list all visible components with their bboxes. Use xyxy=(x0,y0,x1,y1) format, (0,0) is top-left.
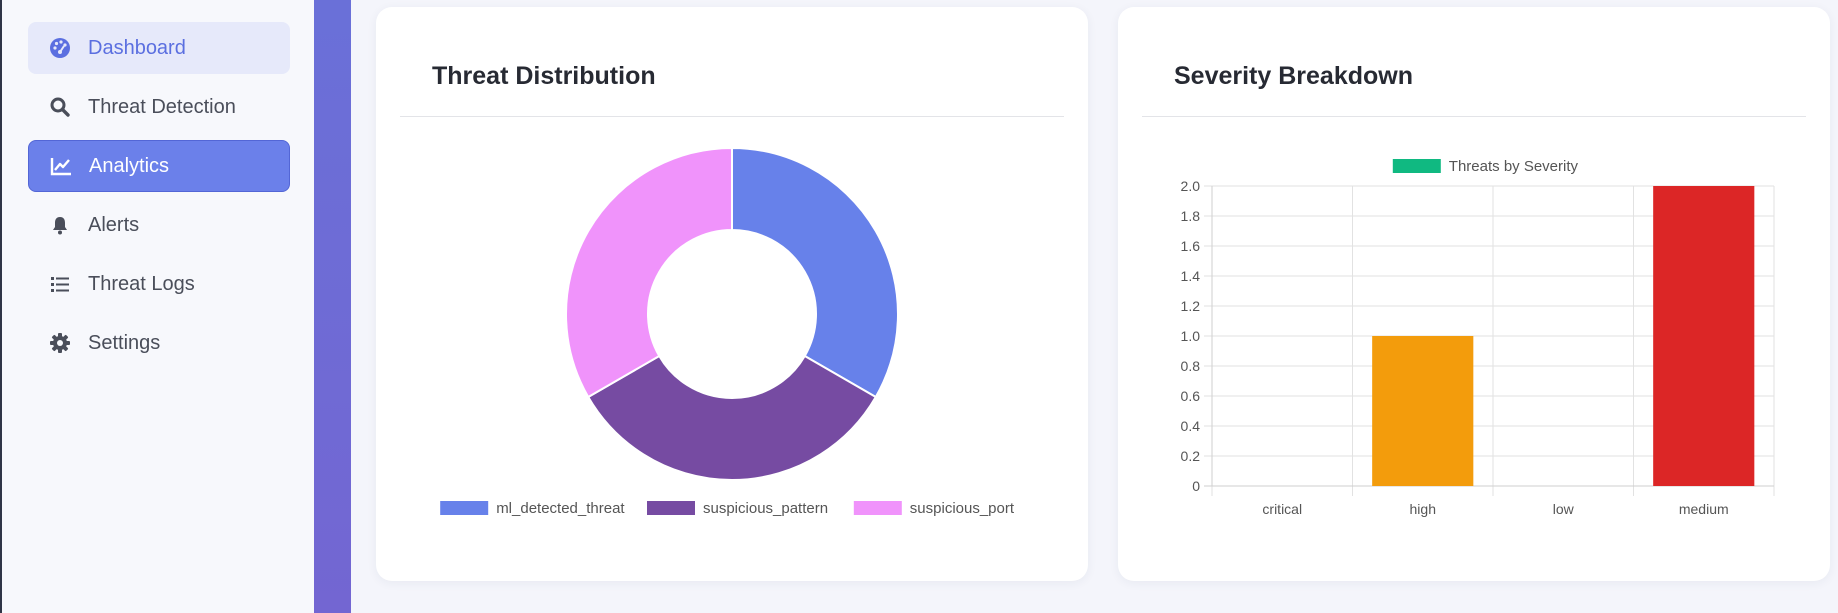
y-tick-label: 1.4 xyxy=(1181,268,1201,284)
legend-label-ml_detected_threat: ml_detected_threat xyxy=(496,500,625,517)
bar-medium xyxy=(1653,186,1755,486)
severity-breakdown-card: Severity Breakdown 0 0.2 0.4 0.6 0.8 1.0 1.2 1.… xyxy=(1118,7,1830,581)
x-tick-label: high xyxy=(1410,501,1436,517)
sidebar-item-dashboard[interactable]: Dashboard xyxy=(28,22,290,74)
y-tick-label: 0.6 xyxy=(1181,388,1201,404)
legend-label-suspicious_port: suspicious_port xyxy=(910,500,1015,517)
y-tick-label: 1.0 xyxy=(1181,328,1201,344)
y-tick-label: 0.2 xyxy=(1181,448,1201,464)
sidebar: Dashboard Threat Detection Analytics Ale… xyxy=(0,0,314,613)
x-tick-label: medium xyxy=(1679,501,1729,517)
legend-label-threats-by-severity: Threats by Severity xyxy=(1449,158,1579,175)
sidebar-item-label: Threat Logs xyxy=(88,272,195,295)
x-tick-label: low xyxy=(1553,501,1575,517)
donut-slice-suspicious_pattern xyxy=(586,354,878,481)
y-tick-label: 0 xyxy=(1192,478,1200,494)
bell-icon xyxy=(48,213,72,237)
legend-swatch-ml_detected_threat xyxy=(440,501,489,515)
sidebar-item-threat-logs[interactable]: Threat Logs xyxy=(28,258,290,310)
dashboard-gauge-icon xyxy=(48,36,72,60)
y-tick-label: 0.4 xyxy=(1181,418,1201,434)
sidebar-item-label: Threat Detection xyxy=(88,95,236,118)
line-chart-icon xyxy=(49,154,73,178)
sidebar-item-label: Dashboard xyxy=(88,36,186,59)
threat-distribution-card: Threat Distribution ml_detected_threat su… xyxy=(376,7,1088,581)
legend-swatch-threats-by-severity xyxy=(1392,159,1441,173)
gear-icon xyxy=(48,331,72,355)
list-icon xyxy=(48,272,72,296)
severity-breakdown-chart: 0 0.2 0.4 0.6 0.8 1.0 1.2 1.4 1.6 1.8 2.0 critical h… xyxy=(1181,158,1775,517)
y-tick-label: 1.2 xyxy=(1181,298,1201,314)
sidebar-item-threat-detection[interactable]: Threat Detection xyxy=(28,81,290,133)
sidebar-accent-bar xyxy=(314,0,351,613)
threat-distribution-chart: ml_detected_threat suspicious_pattern susp… xyxy=(440,146,1015,517)
sidebar-item-analytics[interactable]: Analytics xyxy=(28,140,290,192)
search-icon xyxy=(48,95,72,119)
x-tick-label: critical xyxy=(1262,501,1302,517)
bar-high xyxy=(1372,336,1474,486)
donut-slice-suspicious_port xyxy=(565,146,733,399)
y-tick-label: 1.6 xyxy=(1181,238,1201,254)
sidebar-item-alerts[interactable]: Alerts xyxy=(28,199,290,251)
donut-slice-ml_detected_threat xyxy=(731,146,899,399)
y-tick-label: 0.8 xyxy=(1181,358,1201,374)
legend-swatch-suspicious_port xyxy=(853,501,902,515)
legend-label-suspicious_pattern: suspicious_pattern xyxy=(703,500,828,517)
legend-swatch-suspicious_pattern xyxy=(647,501,695,515)
sidebar-item-label: Settings xyxy=(88,331,161,354)
sidebar-item-label: Analytics xyxy=(89,154,170,177)
sidebar-item-settings[interactable]: Settings xyxy=(28,317,290,369)
y-tick-label: 2.0 xyxy=(1181,178,1201,194)
sidebar-item-label: Alerts xyxy=(88,213,140,236)
y-tick-label: 1.8 xyxy=(1181,208,1201,224)
